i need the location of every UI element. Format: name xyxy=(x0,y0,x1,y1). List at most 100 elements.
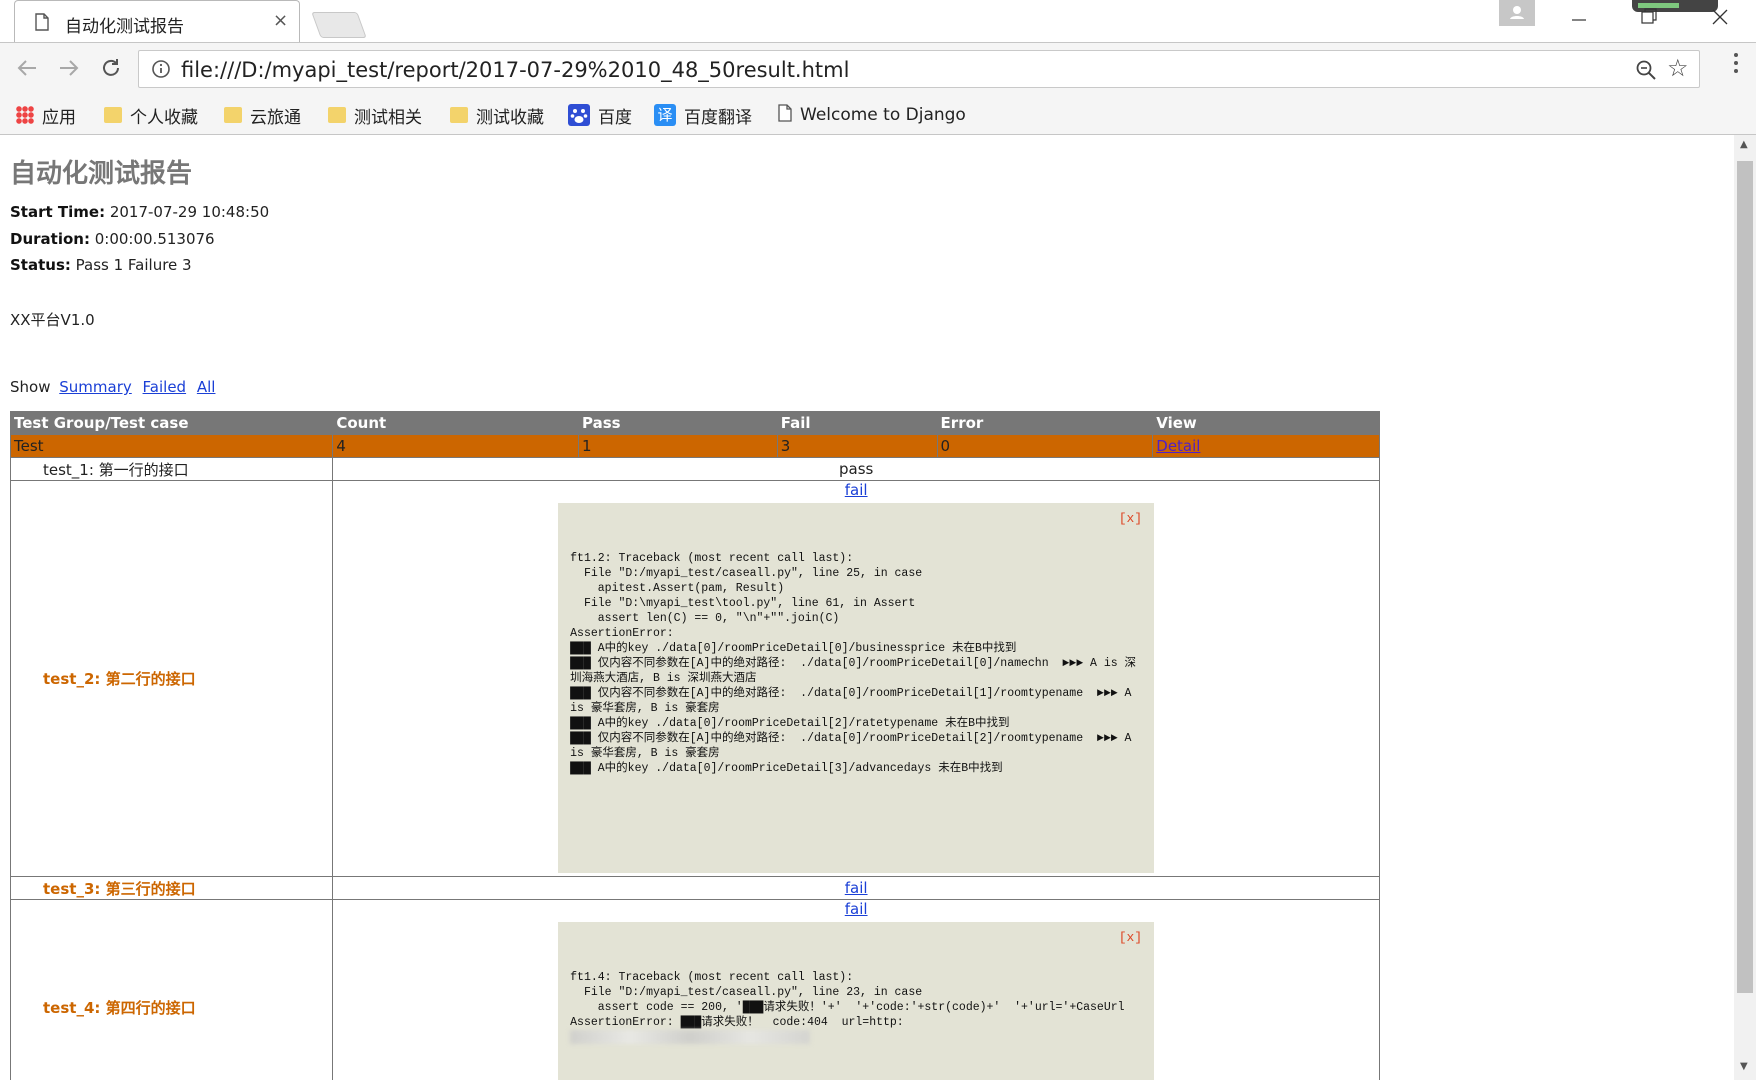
folder-icon xyxy=(104,107,122,123)
bookmark-label: 百度翻译 xyxy=(684,107,752,128)
reload-icon[interactable] xyxy=(100,57,122,85)
test-case-row: test_3: 第三行的接口 fail xyxy=(9,876,1380,900)
status-value: Pass 1 Failure 3 xyxy=(75,256,192,274)
folder-icon xyxy=(224,107,242,123)
document-icon xyxy=(35,13,49,35)
bookmark-label: Welcome to Django xyxy=(800,105,966,125)
filter-all-link[interactable]: All xyxy=(197,378,216,396)
scrollbar-thumb[interactable] xyxy=(1737,161,1753,993)
close-window-icon[interactable] xyxy=(1711,6,1729,31)
result-table: Test Group/Test case Count Pass Fail Err… xyxy=(9,411,1380,1080)
bookmark-baidu-translate[interactable]: 译 百度翻译 xyxy=(654,102,752,128)
bookmark-baidu[interactable]: 百度 xyxy=(568,102,632,128)
show-filter-bar: Show Summary Failed All xyxy=(10,378,215,396)
test-case-row: test_1: 第一行的接口 pass xyxy=(9,457,1380,481)
class-view: Detail xyxy=(1152,434,1380,458)
folder-icon xyxy=(328,107,346,123)
apps-icon xyxy=(16,106,34,124)
case-status-cell: fail xyxy=(332,876,1380,900)
filter-failed-link[interactable]: Failed xyxy=(143,378,187,396)
new-tab-button[interactable] xyxy=(311,12,367,38)
column-header: View xyxy=(1152,411,1380,435)
column-header: Count xyxy=(332,411,580,435)
forward-arrow-icon[interactable] xyxy=(58,57,80,85)
class-name: Test xyxy=(9,434,334,458)
traceback-popup: [x] ft1.4: Traceback (most recent call l… xyxy=(558,922,1155,1080)
popup-close-button[interactable]: [x] xyxy=(1119,511,1142,526)
browser-menu-icon[interactable] xyxy=(1722,51,1750,75)
case-status-cell: fail [x] ft1.4: Traceback (most recent c… xyxy=(332,899,1380,1080)
start-time-label: Start Time: xyxy=(10,203,106,221)
url-text[interactable]: file:///D:/myapi_test/report/2017-07-29%… xyxy=(181,58,849,82)
case-name: test_2: 第二行的接口 xyxy=(9,480,334,877)
column-header: Pass xyxy=(578,411,778,435)
start-time-value: 2017-07-29 10:48:50 xyxy=(109,203,270,221)
back-arrow-icon[interactable] xyxy=(16,57,38,85)
case-status-link[interactable]: fail xyxy=(845,900,868,918)
report-description: XX平台V1.0 xyxy=(10,311,95,329)
show-label: Show xyxy=(10,378,51,396)
baidu-paw-icon xyxy=(568,104,590,126)
page-icon xyxy=(778,103,792,127)
vertical-scrollbar[interactable]: ▲ ▼ xyxy=(1734,135,1756,1080)
site-info-icon[interactable] xyxy=(151,59,171,83)
page-viewport: 自动化测试报告 Start Time: 2017-07-29 10:48:50 … xyxy=(0,135,1734,1080)
scroll-up-arrow-icon[interactable]: ▲ xyxy=(1740,139,1748,150)
duration: Duration: 0:00:00.513076 xyxy=(10,230,215,248)
table-header-row: Test Group/Test case Count Pass Fail Err… xyxy=(9,411,1380,435)
start-time: Start Time: 2017-07-29 10:48:50 xyxy=(10,203,269,221)
tab-title: 自动化测试报告 xyxy=(65,17,184,37)
bookmark-welcome-django[interactable]: Welcome to Django xyxy=(778,102,966,128)
tab-close-icon[interactable]: × xyxy=(273,10,288,31)
test-case-row: test_2: 第二行的接口 fail [x] ft1.2: Traceback… xyxy=(9,480,1380,877)
browser-toolbar: file:///D:/myapi_test/report/2017-07-29%… xyxy=(0,42,1756,97)
baidu-translate-icon: 译 xyxy=(654,104,676,126)
column-header: Fail xyxy=(776,411,938,435)
class-fail: 3 xyxy=(776,434,938,458)
bookmark-folder-personal[interactable]: 个人收藏 xyxy=(104,102,198,128)
bookmark-label: 个人收藏 xyxy=(130,107,198,128)
case-status-link[interactable]: fail xyxy=(845,481,868,499)
traceback-text-content: ft1.4: Traceback (most recent call last)… xyxy=(570,971,1125,1029)
zoom-icon[interactable] xyxy=(1635,59,1657,85)
bookmark-folder-yunlvtong[interactable]: 云旅通 xyxy=(224,102,301,128)
popup-close-button[interactable]: [x] xyxy=(1119,930,1142,945)
scroll-down-arrow-icon[interactable]: ▼ xyxy=(1740,1061,1748,1072)
profile-button[interactable] xyxy=(1499,0,1535,26)
tab-strip: 自动化测试报告 × xyxy=(0,0,1756,42)
duration-label: Duration: xyxy=(10,230,90,248)
bookmark-label: 测试收藏 xyxy=(476,107,544,128)
test-class-row: Test 4 1 3 0 Detail xyxy=(9,434,1380,458)
bookmark-label: 百度 xyxy=(598,107,632,128)
class-error: 0 xyxy=(936,434,1154,458)
traceback-text: ft1.4: Traceback (most recent call last)… xyxy=(570,970,1142,1045)
status-label: Status: xyxy=(10,256,71,274)
class-count: 4 xyxy=(332,434,580,458)
redacted-url-blur xyxy=(570,1030,811,1044)
case-name: test_1: 第一行的接口 xyxy=(9,457,334,481)
bookmark-label: 云旅通 xyxy=(250,107,301,128)
traceback-text: ft1.2: Traceback (most recent call last)… xyxy=(570,552,1137,775)
browser-tab[interactable]: 自动化测试报告 × xyxy=(14,0,300,42)
filter-summary-link[interactable]: Summary xyxy=(59,378,132,396)
status: Status: Pass 1 Failure 3 xyxy=(10,256,192,274)
case-status-cell: pass xyxy=(332,457,1380,481)
bookmark-star-icon[interactable]: ☆ xyxy=(1667,54,1689,82)
restore-icon[interactable] xyxy=(1640,6,1658,31)
case-status: pass xyxy=(838,460,874,478)
column-header: Error xyxy=(936,411,1154,435)
traceback-popup: [x] ft1.2: Traceback (most recent call l… xyxy=(558,503,1155,873)
folder-icon xyxy=(450,107,468,123)
bookmark-label: 测试相关 xyxy=(354,107,422,128)
address-bar[interactable]: file:///D:/myapi_test/report/2017-07-29%… xyxy=(138,50,1700,88)
case-name: test_3: 第三行的接口 xyxy=(9,876,334,900)
bookmark-folder-testing[interactable]: 测试相关 xyxy=(328,102,422,128)
minimize-icon[interactable] xyxy=(1570,6,1588,31)
duration-value: 0:00:00.513076 xyxy=(94,230,215,248)
bookmark-folder-test-favorites[interactable]: 测试收藏 xyxy=(450,102,544,128)
column-header: Test Group/Test case xyxy=(9,411,334,435)
case-status-link[interactable]: fail xyxy=(845,879,868,897)
page-title: 自动化测试报告 xyxy=(10,159,193,189)
bookmark-apps[interactable]: 应用 xyxy=(16,102,76,128)
detail-link[interactable]: Detail xyxy=(1156,437,1200,455)
